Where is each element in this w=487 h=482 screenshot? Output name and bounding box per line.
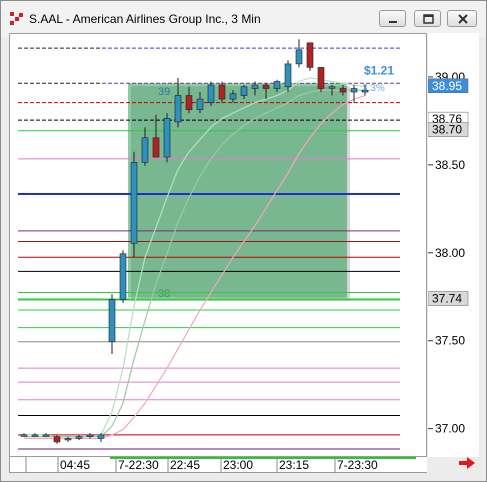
restore-button[interactable] [414, 10, 441, 27]
candle-body [350, 88, 358, 93]
candle-body [141, 137, 149, 163]
price-label-2: 38.70 [432, 123, 462, 137]
candle-body [97, 434, 105, 439]
price-tick-label-4: 37.00 [435, 422, 465, 436]
candle-body [339, 88, 347, 93]
candle-body [328, 86, 336, 89]
candle-body [262, 84, 270, 89]
range-box-bottom-label: 38 [158, 288, 170, 300]
candle-2 [42, 433, 50, 437]
candle-body [240, 86, 248, 96]
candle-body [317, 67, 325, 89]
candle-body [86, 434, 94, 437]
candle-4 [64, 436, 72, 442]
candle-8 [108, 294, 116, 355]
price-axis-svg: 39.0038.5038.0037.5037.0038.9538.7638.70… [427, 70, 469, 436]
candle-26 [306, 42, 314, 71]
time-tick-label-3: 23:00 [223, 458, 253, 472]
candle-body [53, 436, 61, 443]
candle-25 [295, 39, 303, 68]
app-chart-icon [10, 12, 23, 25]
candle-body [75, 436, 83, 439]
time-tick-label-2: 22:45 [170, 458, 200, 472]
candle-6 [86, 433, 94, 439]
price-label-3: 37.74 [432, 292, 462, 306]
chart-window: S.AAL - American Airlines Group Inc., 3 … [0, 0, 487, 482]
close-button[interactable] [447, 10, 477, 27]
candle-27 [317, 67, 325, 93]
range-box-top-label: 39 [158, 86, 170, 98]
price-tick-label-2: 38.00 [435, 246, 465, 260]
candle-1 [31, 433, 39, 437]
close-icon [458, 14, 468, 24]
price-label-0: 38.95 [432, 79, 462, 93]
time-tick-label-0: 04:45 [60, 458, 90, 472]
candle-13 [163, 113, 171, 163]
price-tick-label-3: 37.50 [435, 334, 465, 348]
candle-body [229, 93, 237, 100]
candle-body [130, 162, 138, 244]
candle-body [251, 84, 259, 89]
time-tick-label-4: 23:15 [279, 458, 309, 472]
price-tick-label-1: 38.50 [435, 158, 465, 172]
candle-10 [130, 151, 138, 258]
window-title: S.AAL - American Airlines Group Inc., 3 … [29, 12, 261, 26]
time-tick-label-5: 7-23:30 [337, 458, 378, 472]
candle-body [119, 253, 127, 300]
candle-17 [207, 81, 215, 107]
candle-body [185, 95, 193, 110]
time-axis[interactable]: 04:45 7-22:30 22:45 23:00 23:15 7-23:30 [9, 457, 427, 473]
candlestick-chart[interactable]: 39 38 $1.21 3.3% [10, 34, 426, 456]
candle-body [196, 98, 204, 110]
candle-body [108, 299, 116, 343]
minimize-button[interactable] [379, 10, 406, 27]
title-bar[interactable]: S.AAL - American Airlines Group Inc., 3 … [1, 1, 486, 37]
range-box [128, 83, 347, 298]
time-tick-label-1: 7-22:30 [118, 458, 159, 472]
candle-body [152, 137, 160, 158]
time-axis-svg: 04:45 7-22:30 22:45 23:00 23:15 7-23:30 [25, 457, 416, 473]
candle-0 [20, 433, 28, 437]
candle-9 [119, 250, 127, 304]
candle-body [295, 49, 303, 65]
candle-body [31, 434, 39, 437]
change-annotation-percent: 3.3% [362, 83, 385, 94]
candle-body [207, 84, 215, 103]
candle-body [64, 438, 72, 441]
candle-body [273, 81, 281, 89]
change-annotation: $1.21 [364, 63, 394, 77]
scroll-right-arrow-icon[interactable] [458, 456, 476, 470]
candle-body [218, 84, 226, 100]
candle-body [20, 434, 28, 437]
candle-body [306, 42, 314, 68]
candle-body [284, 63, 292, 88]
chart-plot-area[interactable]: 39 38 $1.21 3.3% [9, 33, 427, 457]
candle-body [174, 95, 182, 123]
candle-body [163, 118, 171, 158]
minimize-icon [389, 21, 397, 23]
price-axis[interactable]: 39.00 38.50 38.00 37.50 37.00 38.95 38.76 38.70… [427, 33, 479, 457]
candle-5 [75, 434, 83, 441]
candle-body [42, 434, 50, 437]
restore-icon [423, 14, 434, 24]
